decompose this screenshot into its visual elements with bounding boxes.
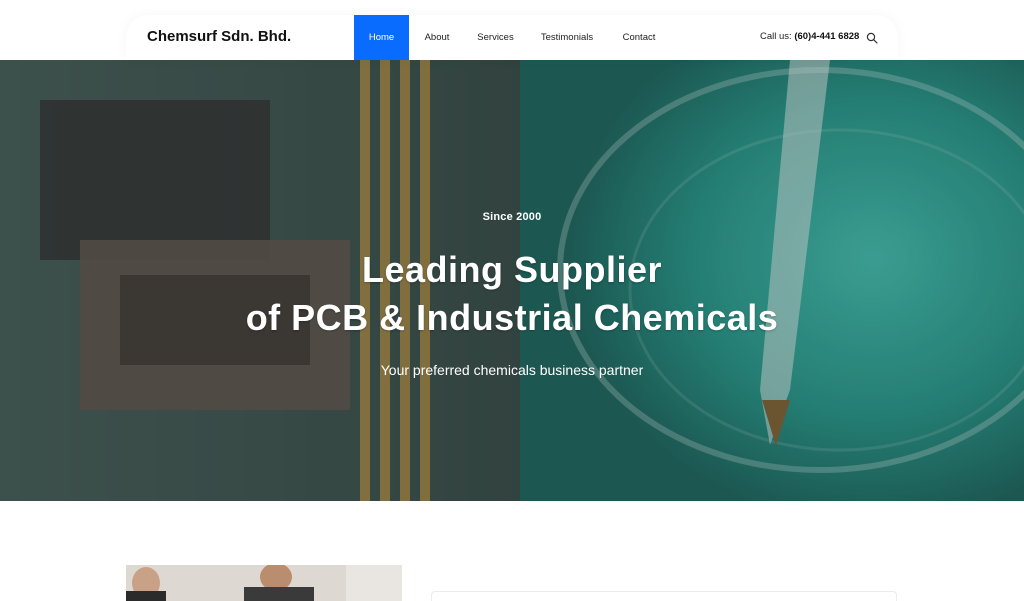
content-card (431, 591, 897, 601)
call-us-label: Call us: (760, 31, 792, 42)
hero-title-line-2: of PCB & Industrial Chemicals (245, 297, 779, 338)
hero-subtitle: Your preferred chemicals business partne… (380, 362, 644, 378)
nav-item-services[interactable]: Services (465, 15, 526, 60)
team-photo-image (126, 565, 402, 601)
team-photo (126, 565, 402, 601)
nav-item-contact[interactable]: Contact (608, 15, 670, 60)
hero-title: Leading Supplier of PCB & Industrial Che… (0, 246, 1024, 342)
hero-since-label: Since 2000 (482, 211, 542, 223)
hero-title-line-1: Leading Supplier (361, 249, 663, 290)
main-nav: Home About Services Testimonials Contact (354, 15, 670, 60)
nav-item-about[interactable]: About (409, 15, 465, 60)
hero-banner: Since 2000 Leading Supplier of PCB & Ind… (0, 60, 1024, 501)
brand-logo-text[interactable]: Chemsurf Sdn. Bhd. (147, 28, 291, 45)
call-us: Call us: (60)4-441 6828 (760, 31, 859, 42)
hero-content: Since 2000 Leading Supplier of PCB & Ind… (0, 60, 1024, 501)
nav-item-testimonials[interactable]: Testimonials (526, 15, 608, 60)
search-icon[interactable] (866, 31, 880, 45)
navbar: Chemsurf Sdn. Bhd. Home About Services T… (126, 15, 898, 60)
phone-number[interactable]: (60)4-441 6828 (794, 31, 859, 42)
nav-item-home[interactable]: Home (354, 15, 409, 60)
page: Since 2000 Leading Supplier of PCB & Ind… (0, 0, 1024, 601)
